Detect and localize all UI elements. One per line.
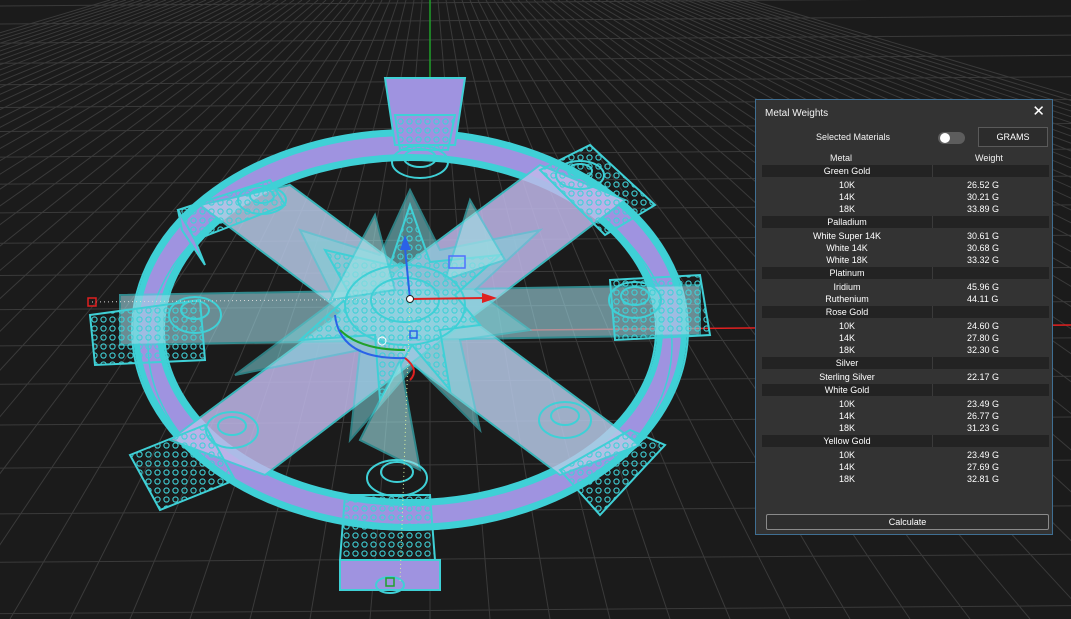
metal-name: White 18K xyxy=(826,255,868,265)
metal-name: White 14K xyxy=(826,243,868,253)
metal-weight: 30.21 G xyxy=(967,192,1000,202)
metal-row: 14K 27.80 G xyxy=(762,332,1049,344)
metal-weight: 32.81 G xyxy=(967,474,1000,484)
metal-row: 18K 32.30 G xyxy=(762,344,1049,356)
toggle-knob xyxy=(940,133,950,143)
metal-name: 14K xyxy=(838,411,855,421)
metal-weight: 30.61 G xyxy=(967,231,1000,241)
metal-weight: 30.68 G xyxy=(967,243,1000,253)
metal-name: 10K xyxy=(838,180,855,190)
metal-group-name: Yellow Gold xyxy=(823,436,871,446)
column-divider xyxy=(932,357,933,369)
metal-weight: 27.80 G xyxy=(967,333,1000,343)
metal-name: 18K xyxy=(838,204,855,214)
metal-name: 10K xyxy=(838,321,855,331)
metal-name: 10K xyxy=(838,399,855,409)
column-divider xyxy=(932,384,933,396)
metal-group-header: Green Gold xyxy=(762,165,1049,177)
metal-row: 14K 30.21 G xyxy=(762,191,1049,203)
close-icon[interactable]: ✕ xyxy=(1032,104,1045,119)
column-divider xyxy=(932,306,933,318)
metal-row: Ruthenium 44.11 G xyxy=(762,293,1049,305)
metal-weight: 26.77 G xyxy=(967,411,1000,421)
metal-row: 18K 31.23 G xyxy=(762,422,1049,434)
metal-name: 18K xyxy=(838,423,855,433)
metal-name: 18K xyxy=(838,474,855,484)
metal-weights-list: Green Gold 10K 26.52 G 14K 30.21 G 18K 33.89 G… xyxy=(762,164,1049,485)
metal-row: Iridium 45.96 G xyxy=(762,281,1049,293)
metal-name: 14K xyxy=(838,462,855,472)
metal-group-header: Rose Gold xyxy=(762,306,1049,318)
metal-weight: 22.17 G xyxy=(967,372,1000,382)
metal-weight: 33.89 G xyxy=(967,204,1000,214)
panel-title: Metal Weights xyxy=(765,108,829,119)
metal-name: Ruthenium xyxy=(825,294,869,304)
metal-group-name: Rose Gold xyxy=(825,307,869,317)
column-divider xyxy=(932,435,933,447)
metal-name: 10K xyxy=(838,450,855,460)
metal-row: 10K 23.49 G xyxy=(762,398,1049,410)
metal-row: 10K 26.52 G xyxy=(762,179,1049,191)
units-button[interactable]: GRAMS xyxy=(978,127,1048,147)
column-divider xyxy=(932,165,933,177)
metal-weight: 27.69 G xyxy=(967,462,1000,472)
metal-row: White 14K 30.68 G xyxy=(762,242,1049,254)
metal-row: White Super 14K 30.61 G xyxy=(762,230,1049,242)
metal-group-name: Platinum xyxy=(829,268,865,278)
metal-name: 18K xyxy=(838,345,855,355)
selected-materials-label: Selected Materials xyxy=(816,132,891,142)
metal-weight: 31.23 G xyxy=(967,423,1000,433)
metal-row: 14K 26.77 G xyxy=(762,410,1049,422)
metal-weight: 26.52 G xyxy=(967,180,1000,190)
metal-row: 18K 32.81 G xyxy=(762,473,1049,485)
column-divider xyxy=(932,267,933,279)
column-headers: Metal Weight xyxy=(762,153,1049,164)
metal-group-header: Yellow Gold xyxy=(762,435,1049,447)
metal-row: 10K 24.60 G xyxy=(762,320,1049,332)
metal-group-name: Green Gold xyxy=(823,166,871,176)
metal-name: White Super 14K xyxy=(812,231,882,241)
metal-name: Iridium xyxy=(833,282,861,292)
metal-row: 14K 27.69 G xyxy=(762,461,1049,473)
metal-weights-panel: Metal Weights ✕ Selected Materials GRAMS… xyxy=(755,99,1053,535)
metal-group-name: White Gold xyxy=(824,385,870,395)
metal-row: 10K 23.49 G xyxy=(762,449,1049,461)
metal-name: 14K xyxy=(838,333,855,343)
calculate-button[interactable]: Calculate xyxy=(766,514,1049,530)
metal-name: 14K xyxy=(838,192,855,202)
metal-weight: 33.32 G xyxy=(967,255,1000,265)
metal-name: Sterling Silver xyxy=(819,372,875,382)
metal-weight: 23.49 G xyxy=(967,450,1000,460)
metal-row: White 18K 33.32 G xyxy=(762,254,1049,266)
weight-column-header: Weight xyxy=(975,153,1003,163)
metal-column-header: Metal xyxy=(830,153,853,163)
metal-weight: 32.30 G xyxy=(967,345,1000,355)
column-divider xyxy=(932,216,933,228)
metal-group-name: Palladium xyxy=(827,217,867,227)
metal-group-header: Silver xyxy=(762,357,1049,369)
metal-weight: 45.96 G xyxy=(967,282,1000,292)
metal-weight: 24.60 G xyxy=(967,321,1000,331)
metal-group-name: Silver xyxy=(835,358,859,368)
metal-group-header: Palladium xyxy=(762,216,1049,228)
metal-row: 18K 33.89 G xyxy=(762,203,1049,215)
metal-weight: 44.11 G xyxy=(967,294,999,304)
metal-group-header: White Gold xyxy=(762,384,1049,396)
metal-row: Sterling Silver 22.17 G xyxy=(762,371,1049,383)
metal-weight: 23.49 G xyxy=(967,399,1000,409)
metal-group-header: Platinum xyxy=(762,267,1049,279)
selected-materials-toggle[interactable] xyxy=(938,132,965,144)
